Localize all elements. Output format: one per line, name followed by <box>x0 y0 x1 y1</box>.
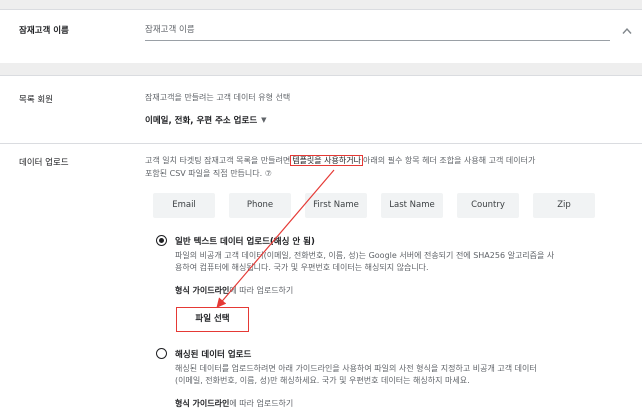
hashed-upload-guideline: 형식 가이드라인에 따라 업로드하기 <box>175 398 293 409</box>
hashed-upload-desc-line2: (이메일, 전화번호, 이름, 성)만 해싱하세요. 국가 및 우편번호 데이터… <box>175 376 470 385</box>
data-type-selected: 이메일, 전화, 우편 주소 업로드 <box>145 116 258 126</box>
template-link[interactable]: 템플릿을 사용하거나 <box>290 155 363 166</box>
audience-name-label: 잠재고객 이름 <box>19 26 69 36</box>
header-chip-phone: Phone <box>229 193 291 218</box>
plain-upload-guideline: 형식 가이드라인에 따라 업로드하기 <box>175 285 293 296</box>
radio-dot <box>158 237 164 243</box>
section-gap <box>0 63 642 75</box>
chevron-up-icon[interactable] <box>622 27 632 35</box>
caret-down-icon: ▼ <box>261 116 267 124</box>
audience-name-card: 잠재고객 이름 잠재고객 이름 <box>0 9 642 63</box>
row-divider <box>0 143 642 144</box>
plain-upload-desc-line2: 용하여 컴퓨터에 해싱됩니다. 국가 및 우편번호 데이터는 해싱되지 않습니다… <box>175 263 429 272</box>
guideline-text: 에 따라 업로드하기 <box>229 286 294 295</box>
header-chip-last-name: Last Name <box>381 193 443 218</box>
description-text-cont: 아래의 필수 항목 헤더 조합을 사용해 고객 데이터가 <box>363 156 536 165</box>
header-chip-email: Email <box>153 193 215 218</box>
header-chip-zip: Zip <box>533 193 595 218</box>
hashed-upload-desc-line1: 해싱된 데이터를 업로드하려면 아래 가이드라인을 사용하여 파일의 사전 형식… <box>175 364 537 373</box>
format-guideline-link[interactable]: 형식 가이드라인 <box>175 399 229 408</box>
header-chip-first-name: First Name <box>305 193 367 218</box>
radio-checked-icon[interactable] <box>156 235 167 246</box>
radio-unchecked-icon[interactable] <box>156 348 167 359</box>
format-guideline-link[interactable]: 형식 가이드라인 <box>175 286 229 295</box>
audience-name-input[interactable]: 잠재고객 이름 <box>145 23 610 41</box>
plain-upload-title[interactable]: 일반 텍스트 데이터 업로드(해싱 안 됨) <box>175 235 315 247</box>
plain-upload-desc-line1: 파일의 비공개 고객 데이터(이메일, 전화번호, 이름, 성)는 Google… <box>175 251 555 260</box>
description-text: 고객 일치 타겟팅 잠재고객 목록을 만들려면 <box>145 156 291 165</box>
list-members-description: 잠재고객을 만들려는 고객 데이터 유형 선택 <box>145 93 291 102</box>
guideline-text: 에 따라 업로드하기 <box>229 399 294 408</box>
top-gap <box>0 0 642 9</box>
data-upload-label: 데이터 업로드 <box>19 158 69 168</box>
data-upload-description: 고객 일치 타겟팅 잠재고객 목록을 만들려면 템플릿을 사용하거나 아래의 필수 … <box>145 155 625 167</box>
choose-file-button[interactable]: 파일 선택 <box>176 307 249 332</box>
hashed-upload-title[interactable]: 해싱된 데이터 업로드 <box>175 348 251 360</box>
data-upload-description-line2: 포함된 CSV 파일을 직접 만듭니다. ⑦ <box>145 169 272 178</box>
data-type-dropdown[interactable]: 이메일, 전화, 우편 주소 업로드 ▼ <box>145 114 267 126</box>
list-members-label: 목록 회원 <box>19 95 53 105</box>
header-chip-country: Country <box>457 193 519 218</box>
